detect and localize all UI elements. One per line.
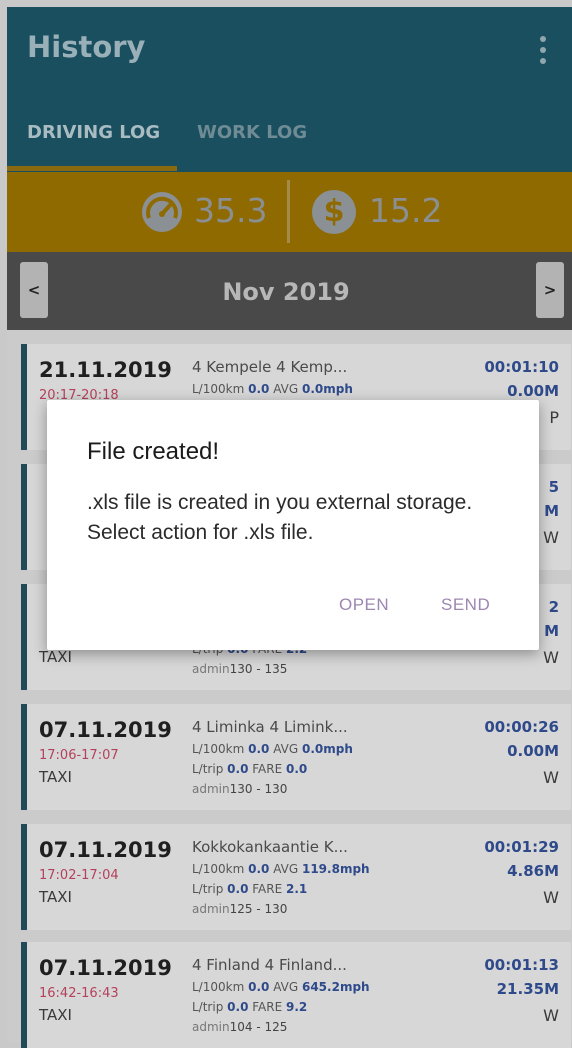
entry-km-row: admin104 - 125 (192, 1020, 288, 1034)
entry-date: 21.11.2019 (39, 358, 172, 382)
entry-code: W (543, 648, 559, 667)
entry-type: TAXI (39, 648, 72, 666)
entry-consumption-row: L/100km 0.0 AVG 645.2mph (192, 980, 370, 994)
send-button[interactable]: SEND (441, 595, 490, 615)
list-item[interactable]: 07.11.2019 16:42-16:43 TAXI 4 Finland 4 … (21, 942, 571, 1048)
entry-duration: 2 (548, 598, 559, 616)
card-accent (21, 584, 27, 690)
file-created-dialog: File created! .xls file is created in yo… (47, 400, 539, 650)
entry-type: TAXI (39, 768, 72, 786)
entry-type: TAXI (39, 888, 72, 906)
stats-divider (287, 180, 290, 243)
open-button[interactable]: OPEN (339, 595, 389, 615)
entry-distance: 4.86M (507, 862, 559, 880)
entry-duration: 00:01:10 (484, 358, 559, 376)
entry-fare-row: L/trip 0.0 FARE 9.2 (192, 1000, 308, 1014)
entry-time: 16:42-16:43 (39, 986, 119, 1001)
entry-distance: 0.00M (507, 382, 559, 400)
entry-route: 4 Kempele 4 Kemp... (192, 358, 348, 376)
entry-route: 4 Liminka 4 Limink... (192, 718, 348, 736)
entry-route: Kokkokankaantie K... (192, 838, 348, 856)
card-accent (21, 704, 27, 810)
entry-code: W (543, 888, 559, 907)
entry-consumption-row: L/100km 0.0 AVG 119.8mph (192, 862, 370, 876)
speedometer-icon (140, 190, 184, 234)
entry-distance: 0.00M (507, 742, 559, 760)
dialog-message: .xls file is created in you external sto… (87, 491, 473, 544)
entry-date: 07.11.2019 (39, 838, 172, 862)
dollar-icon: $ (312, 190, 356, 234)
entry-code: P (549, 408, 559, 427)
entry-fare-row: L/trip 0.0 FARE 2.1 (192, 882, 308, 896)
entry-distance: 21.35M (496, 980, 559, 998)
page-title: History (27, 30, 146, 64)
entry-duration: 00:00:26 (484, 718, 559, 736)
entry-date: 07.11.2019 (39, 956, 172, 980)
entry-code: W (543, 768, 559, 787)
entry-time: 17:02-17:04 (39, 868, 119, 883)
consumption-value: 35.3 (194, 191, 268, 230)
tab-indicator (7, 166, 177, 171)
list-item[interactable]: 07.11.2019 17:06-17:07 TAXI 4 Liminka 4 … (21, 704, 571, 810)
entry-consumption-row: L/100km 0.0 AVG 0.0mph (192, 382, 353, 396)
money-value: 15.2 (369, 191, 443, 230)
tab-work-log[interactable]: WORK LOG (197, 122, 307, 143)
entry-duration: 00:01:29 (484, 838, 559, 856)
entry-distance: M (544, 622, 559, 640)
card-accent (21, 942, 27, 1048)
entry-time: 17:06-17:07 (39, 748, 119, 763)
entry-fare-row: L/trip 0.0 FARE 0.0 (192, 762, 308, 776)
current-month: Nov 2019 (222, 278, 350, 306)
more-options-icon[interactable] (528, 28, 558, 72)
entry-consumption-row: L/100km 0.0 AVG 0.0mph (192, 742, 353, 756)
card-accent (21, 464, 27, 570)
card-accent (21, 344, 27, 450)
entry-code: W (543, 528, 559, 547)
entry-km-row: admin130 - 135 (192, 662, 288, 676)
tab-driving-log[interactable]: DRIVING LOG (27, 122, 160, 143)
entry-km-row: admin130 - 130 (192, 782, 288, 796)
entry-type: TAXI (39, 1006, 72, 1024)
entry-route: 4 Finland 4 Finland... (192, 956, 347, 974)
entry-code: W (543, 1006, 559, 1025)
entry-km-row: admin125 - 130 (192, 902, 288, 916)
entry-date: 07.11.2019 (39, 718, 172, 742)
entry-duration: 5 (548, 478, 559, 496)
next-month-button[interactable]: > (536, 262, 564, 318)
dialog-title: File created! (87, 438, 220, 465)
list-item[interactable]: 07.11.2019 17:02-17:04 TAXI Kokkokankaan… (21, 824, 571, 930)
card-accent (21, 824, 27, 930)
entry-distance: M (544, 502, 559, 520)
entry-duration: 00:01:13 (484, 956, 559, 974)
